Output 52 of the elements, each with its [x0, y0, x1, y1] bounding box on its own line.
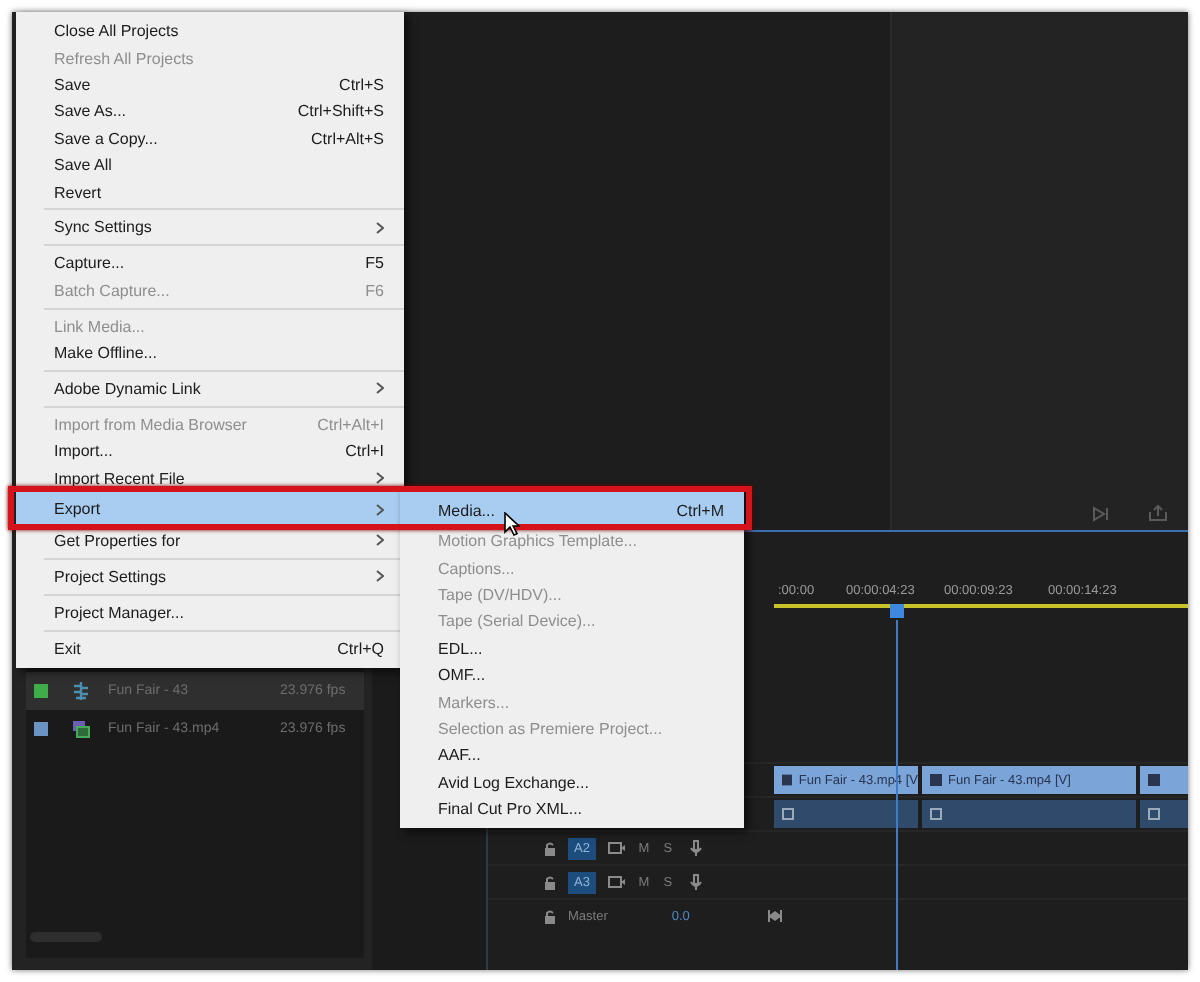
step-forward-icon — [1092, 506, 1112, 522]
menu-item[interactable]: Exit Ctrl+Q — [16, 634, 404, 662]
fx-icon — [930, 774, 942, 786]
menu-item[interactable]: Final Cut Pro XML... — [400, 795, 744, 823]
microphone-icon — [689, 874, 702, 890]
menu-item[interactable]: Import Recent File — [16, 464, 404, 492]
menu-item[interactable]: Project Settings — [16, 563, 404, 591]
video-clip[interactable] — [1140, 766, 1188, 794]
go-to-end-icon — [767, 910, 782, 922]
fx-icon — [1148, 774, 1160, 786]
menu-item[interactable]: Save a Copy... Ctrl+Alt+S — [16, 125, 404, 152]
fx-icon — [1148, 808, 1160, 820]
menu-item[interactable]: Get Properties for — [16, 527, 404, 555]
sync-lock-icon — [607, 876, 626, 888]
menu-item[interactable]: Revert — [16, 178, 404, 206]
menu-item[interactable]: Make Offline... — [16, 339, 404, 367]
menu-item[interactable]: Adobe Dynamic Link — [16, 375, 404, 403]
clip-icon — [72, 720, 90, 738]
menu-item[interactable]: Capture... F5 — [16, 250, 404, 278]
fx-icon — [782, 774, 793, 786]
audio-clip[interactable] — [922, 800, 1136, 828]
menu-item[interactable]: Project Manager... — [16, 599, 404, 626]
chevron-right-icon — [376, 534, 384, 547]
menu-item[interactable]: OMF... — [400, 661, 744, 689]
playhead-handle[interactable] — [890, 604, 904, 618]
lock-icon — [544, 909, 556, 923]
fx-icon — [782, 808, 794, 820]
chevron-right-icon — [376, 382, 384, 395]
menu-item[interactable]: AAF... — [400, 742, 744, 770]
menu-item[interactable]: Save All — [16, 151, 404, 179]
chevron-right-icon — [376, 570, 384, 583]
menu-item[interactable]: Avid Log Exchange... — [400, 769, 744, 796]
menu-item[interactable]: EDL... — [400, 635, 744, 662]
playhead-line[interactable] — [896, 620, 898, 970]
lock-icon — [544, 875, 556, 889]
sync-lock-icon — [607, 842, 626, 854]
export-frame-icon — [1148, 504, 1168, 522]
menu-item[interactable]: Sync Settings — [16, 214, 404, 242]
menu-item[interactable]: Import... Ctrl+I — [16, 437, 404, 465]
chevron-right-icon — [376, 221, 384, 234]
mouse-pointer-icon — [504, 512, 520, 536]
sequence-icon — [72, 682, 90, 700]
audio-clip[interactable] — [1140, 800, 1188, 828]
chevron-right-icon — [376, 472, 384, 485]
microphone-icon — [689, 840, 702, 856]
menu-item[interactable]: Close All Projects — [16, 18, 404, 45]
audio-clip[interactable] — [774, 800, 918, 828]
fx-icon — [930, 808, 942, 820]
menu-item[interactable]: Save Ctrl+S — [16, 71, 404, 99]
menu-item[interactable]: Save As... Ctrl+Shift+S — [16, 98, 404, 126]
chevron-right-icon — [376, 503, 384, 516]
lock-icon — [544, 841, 556, 855]
